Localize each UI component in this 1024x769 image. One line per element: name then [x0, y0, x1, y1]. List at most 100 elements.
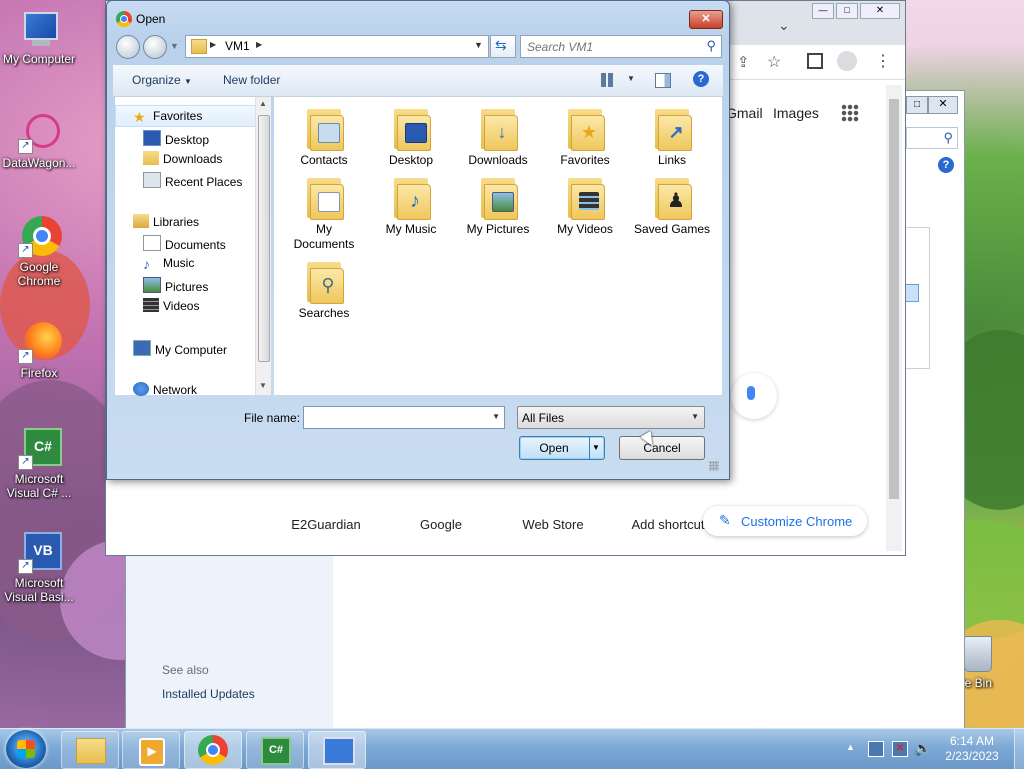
recent-pages-chevron-icon[interactable]: ▼	[170, 41, 179, 51]
scroll-down-icon[interactable]: ▼	[259, 381, 267, 390]
forward-button[interactable]	[143, 35, 167, 59]
nav-my-computer[interactable]: My Computer	[133, 340, 227, 357]
address-bar[interactable]: ▶ VM1 ▶ ▼	[185, 35, 489, 58]
maximize-icon[interactable]: □	[906, 96, 928, 114]
nav-downloads[interactable]: Downloads	[143, 151, 222, 166]
folder-favorites[interactable]: ★ Favorites	[545, 105, 625, 168]
installed-updates-link[interactable]: Installed Updates	[162, 687, 255, 701]
maximize-icon[interactable]: □	[836, 3, 858, 19]
refresh-button[interactable]: ⇆	[490, 35, 516, 58]
nav-desktop[interactable]: Desktop	[143, 130, 209, 147]
show-desktop-button[interactable]	[1014, 729, 1024, 769]
folder-contacts[interactable]: Contacts	[284, 105, 364, 168]
breadcrumb-arrow-icon[interactable]: ▶	[256, 40, 262, 49]
nav-favorites[interactable]: ★ Favorites	[133, 109, 202, 124]
shortcut-e2guardian[interactable]: E2Guardian	[276, 517, 376, 532]
help-icon[interactable]: ?	[693, 71, 709, 87]
action-center-icon[interactable]	[868, 741, 884, 757]
preview-pane-icon[interactable]	[655, 73, 671, 88]
folder-my-music[interactable]: ♪ My Music	[371, 174, 451, 237]
nav-network[interactable]: Network	[133, 382, 197, 397]
share-icon[interactable]: ⇪	[737, 53, 750, 71]
resize-grip-icon[interactable]	[709, 461, 719, 471]
search-box[interactable]: ⚲	[520, 35, 722, 58]
voice-search-button[interactable]	[731, 373, 777, 419]
start-button[interactable]	[6, 730, 46, 768]
file-name-input[interactable]	[306, 408, 488, 427]
show-hidden-icons-chevron[interactable]: ▲	[846, 742, 855, 752]
taskbar-visual-csharp[interactable]: C#	[246, 731, 304, 769]
taskbar-control-panel[interactable]	[308, 731, 366, 769]
breadcrumb-arrow-icon[interactable]: ▶	[210, 40, 216, 49]
close-icon[interactable]: ✕	[860, 3, 900, 19]
folder-downloads[interactable]: ↓ Downloads	[458, 105, 538, 168]
profile-avatar-icon[interactable]	[837, 51, 857, 71]
folder-my-videos[interactable]: My Videos	[545, 174, 625, 237]
taskbar-media-player[interactable]: ▶	[122, 731, 180, 769]
taskbar: ▶ C# ▲ ✕ 🔈 6:14 AM 2/23/2023	[0, 728, 1024, 769]
nav-videos[interactable]: Videos	[143, 298, 199, 313]
shortcut-web-store[interactable]: Web Store	[503, 517, 603, 532]
customize-chrome-label: Customize Chrome	[741, 514, 853, 529]
view-options-chevron-icon[interactable]: ▼	[627, 74, 635, 83]
file-name-dropdown-icon[interactable]: ▼	[492, 412, 500, 421]
help-icon[interactable]: ?	[938, 157, 954, 173]
chrome-icon	[198, 735, 228, 765]
desktop-icon-my-computer[interactable]: My Computer	[0, 8, 78, 66]
close-icon[interactable]: ✕	[928, 96, 958, 114]
network-disconnected-icon[interactable]: ✕	[892, 741, 908, 757]
folder-my-documents[interactable]: My Documents	[284, 174, 364, 252]
new-folder-button[interactable]: New folder	[223, 73, 280, 87]
customize-chrome-button[interactable]: ✎ Customize Chrome	[703, 506, 867, 536]
cancel-button[interactable]: Cancel	[619, 436, 705, 460]
desktop-icon-visual-basic[interactable]: VB ↗ Microsoft Visual Basi...	[0, 532, 78, 604]
file-type-select[interactable]: All Files ▼	[517, 406, 705, 429]
desktop-icon-visual-csharp[interactable]: C# ↗ Microsoft Visual C# ...	[0, 428, 78, 500]
folder-my-pictures[interactable]: My Pictures	[458, 174, 538, 237]
taskbar-explorer[interactable]	[61, 731, 119, 769]
back-button[interactable]	[116, 35, 140, 59]
search-input[interactable]	[525, 37, 699, 56]
cp-scroll-thumb[interactable]	[905, 284, 919, 302]
shortcut-google[interactable]: Google	[391, 517, 491, 532]
nav-libraries[interactable]: Libraries	[133, 214, 199, 229]
folder-saved-games[interactable]: ♟ Saved Games	[632, 174, 712, 237]
chrome-scrollbar[interactable]	[886, 85, 902, 551]
scroll-up-icon[interactable]: ▲	[259, 99, 267, 108]
desktop-icon-datawagon[interactable]: ↗ DataWagon...	[0, 112, 78, 170]
folder-links[interactable]: ↗ Links	[632, 105, 712, 168]
apps-grid-icon[interactable]	[841, 104, 859, 122]
scroll-thumb[interactable]	[258, 115, 270, 362]
nav-documents[interactable]: Documents	[143, 235, 226, 252]
volume-icon[interactable]: 🔈	[914, 740, 931, 757]
desktop-icon-firefox[interactable]: ↗ Firefox	[0, 322, 78, 380]
chevron-down-icon[interactable]: ⌄	[778, 17, 790, 34]
change-view-icon[interactable]	[601, 73, 615, 87]
close-icon[interactable]: ✕	[689, 10, 723, 29]
open-options-chevron-icon[interactable]: ▼	[592, 437, 600, 459]
organize-menu[interactable]: Organize ▼	[132, 73, 192, 87]
nav-pane-scrollbar[interactable]: ▲ ▼	[255, 97, 271, 395]
cp-search-box[interactable]: ⚲	[906, 127, 958, 149]
open-button[interactable]: Open ▼	[519, 436, 605, 460]
system-clock[interactable]: 6:14 AM 2/23/2023	[934, 734, 1010, 764]
more-menu-icon[interactable]: ⋮	[875, 51, 891, 71]
breadcrumb-vm1[interactable]: VM1	[225, 39, 250, 53]
bookmark-star-icon[interactable]: ☆	[767, 52, 781, 72]
gmail-link[interactable]: Gmail	[726, 105, 763, 121]
side-panel-icon[interactable]	[807, 53, 823, 69]
nav-recent-places[interactable]: Recent Places	[143, 172, 242, 189]
minimize-icon[interactable]: —	[812, 3, 834, 19]
explorer-folder-icon	[76, 738, 106, 764]
images-link[interactable]: Images	[773, 105, 819, 121]
nav-pictures[interactable]: Pictures	[143, 277, 208, 294]
address-dropdown-icon[interactable]: ▼	[474, 40, 483, 50]
file-name-combobox[interactable]: ▼	[303, 406, 505, 429]
chrome-scroll-thumb[interactable]	[889, 99, 899, 499]
nav-music[interactable]: ♪ Music	[143, 256, 194, 271]
desktop-icon-google-chrome[interactable]: ↗ Google Chrome	[0, 216, 78, 288]
pictures-folder-icon	[478, 174, 518, 220]
folder-searches[interactable]: ⚲ Searches	[284, 258, 364, 321]
taskbar-chrome[interactable]	[184, 731, 242, 769]
folder-desktop[interactable]: Desktop	[371, 105, 451, 168]
